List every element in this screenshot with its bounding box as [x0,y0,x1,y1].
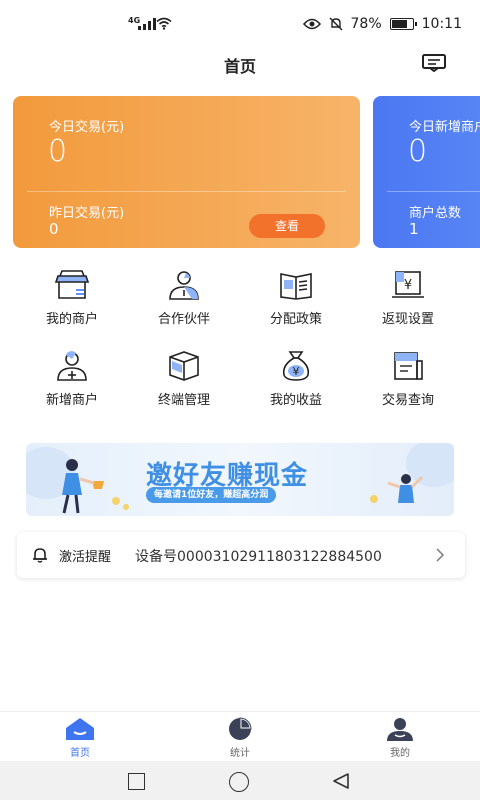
header: 首页 [0,48,480,80]
back-icon[interactable] [332,772,350,790]
svg-text:¥: ¥ [293,365,300,378]
recent-apps-icon[interactable] [128,773,145,790]
grid-label: 交易查询 [381,393,434,408]
tab-statistics[interactable]: 统计 [210,716,270,759]
today-transaction-label: 今日交易(元) [49,120,125,135]
grid-label: 新增商户 [45,393,98,408]
grid-label: 终端管理 [157,393,210,408]
new-merchant-value: 0 [408,134,428,169]
store-icon [54,270,90,299]
grid-item-policy[interactable]: 分配政策 [240,268,352,327]
new-merchant-card[interactable]: 今日新增商户 0 商户总数 1 [373,96,480,248]
profile-icon [387,718,413,741]
money-bag-icon: ¥ [282,351,310,381]
grid-item-partners[interactable]: 合作伙伴 [128,268,240,327]
merchant-total-value: 1 [409,220,419,238]
partner-icon [169,271,199,300]
grid-item-cashback[interactable]: ¥ 返现设置 [352,268,464,327]
function-grid: 我的商户 合作伙伴 分配政策 ¥ 返现设置 新增商户 终端管理 ¥ 我的收益 交… [16,268,464,408]
tab-label: 我的 [390,748,410,759]
tab-home[interactable]: 首页 [50,716,110,759]
signal-icon [138,18,156,30]
grid-label: 我的收益 [269,393,322,408]
invite-banner[interactable]: 邀好友赚现金 每邀请1位好友，赚超高分润 [26,443,454,516]
battery-percent: 78% [350,16,382,32]
bottom-tab-bar: 首页 统计 我的 [0,711,480,761]
tab-label: 统计 [230,748,250,759]
today-transaction-card[interactable]: 今日交易(元) 0 昨日交易(元) 0 查看 [13,96,360,248]
system-navigation-bar [0,761,480,800]
notice-detail: 设备号00003102911803122884500 [135,549,382,565]
page-title: 首页 [223,57,256,76]
grid-item-terminal[interactable]: 终端管理 [128,349,240,408]
mute-bell-icon [329,17,343,31]
chevron-right-icon [436,548,445,562]
banner-illustration-left [26,447,129,514]
grid-item-transaction-query[interactable]: 交易查询 [352,349,464,408]
yesterday-transaction-value: 0 [49,220,59,238]
home-circle-icon[interactable] [229,772,249,792]
new-merchant-label: 今日新增商户 [409,120,480,135]
card-divider [27,191,346,192]
policy-book-icon [280,273,312,300]
grid-item-earnings[interactable]: ¥ 我的收益 [240,349,352,408]
terminal-box-icon [169,351,199,381]
yesterday-transaction-label: 昨日交易(元) [49,206,125,221]
grid-label: 合作伙伴 [157,312,210,327]
cashback-icon: ¥ [392,271,424,298]
banner-subtitle: 每邀请1位好友，赚超高分润 [146,487,277,503]
grid-label: 返现设置 [381,312,434,327]
pie-chart-icon [229,717,252,740]
view-button[interactable]: 查看 [249,214,325,238]
status-bar: 4G 78% 10:11 [0,0,480,48]
card-divider [387,191,480,192]
home-icon [66,718,94,740]
battery-icon [389,18,417,30]
message-icon[interactable] [422,54,446,72]
wifi-icon [156,17,172,30]
grid-item-add-merchant[interactable]: 新增商户 [16,349,128,408]
grid-item-my-merchants[interactable]: 我的商户 [16,268,128,327]
tab-profile[interactable]: 我的 [370,716,430,759]
bell-icon [33,548,47,563]
activation-notice[interactable]: 激活提醒 设备号00003102911803122884500 [17,532,465,578]
grid-label: 我的商户 [45,312,98,327]
today-transaction-value: 0 [48,134,68,169]
grid-label: 分配政策 [269,312,322,327]
transaction-doc-icon [394,352,423,380]
eye-icon [302,18,321,30]
clock: 10:11 [421,16,462,32]
banner-illustration-right [370,443,454,503]
svg-text:¥: ¥ [404,278,412,293]
merchant-total-label: 商户总数 [409,206,462,221]
notice-title: 激活提醒 [59,550,112,565]
tab-label: 首页 [70,748,90,759]
add-user-icon [57,351,87,381]
